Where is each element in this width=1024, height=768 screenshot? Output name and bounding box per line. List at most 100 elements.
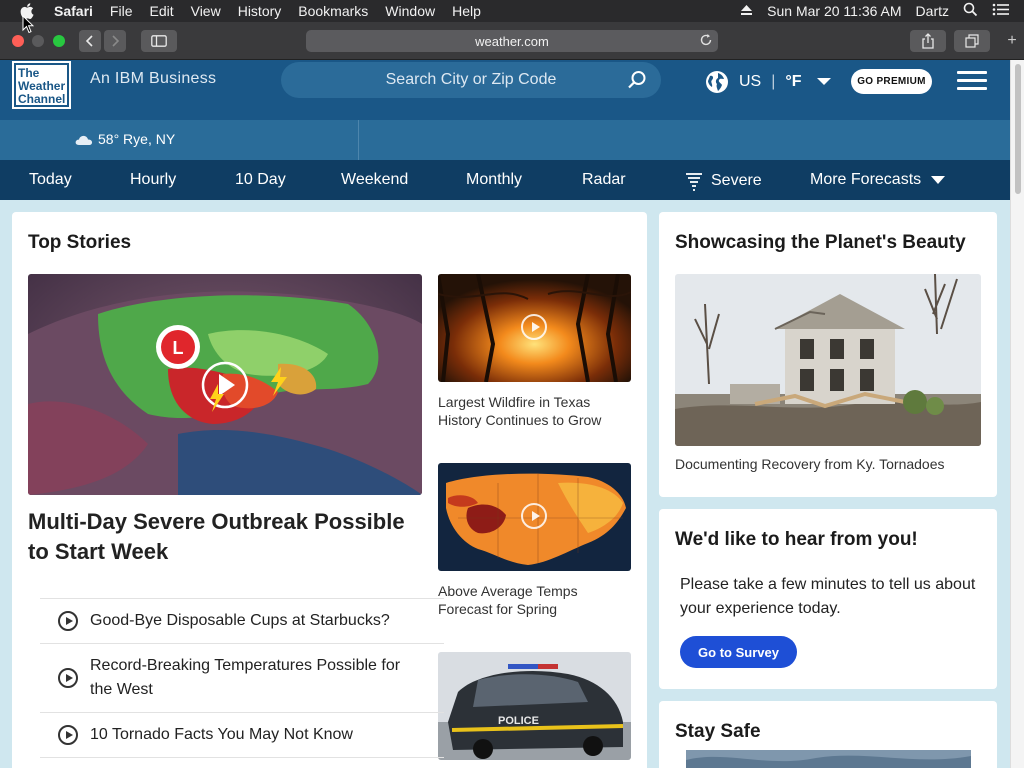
list-item-title: Good-Bye Disposable Cups at Starbucks?: [90, 612, 390, 629]
chevron-down-icon: [930, 175, 946, 185]
ibm-tagline: An IBM Business: [90, 70, 217, 87]
tab-severe-label: Severe: [711, 172, 762, 189]
chevron-right-icon: [112, 35, 120, 47]
forecast-nav: Today Hourly 10 Day Weekend Monthly Rada…: [0, 160, 1010, 200]
svg-text:L: L: [173, 338, 184, 358]
tab-weekend[interactable]: Weekend: [341, 171, 408, 189]
severe-wind-icon: [685, 171, 703, 191]
wildfire-story-image[interactable]: [438, 274, 631, 382]
forward-button[interactable]: [104, 30, 126, 52]
menu-edit[interactable]: Edit: [149, 3, 173, 19]
tab-radar[interactable]: Radar: [582, 171, 626, 189]
hamburger-menu-icon[interactable]: [957, 71, 987, 91]
notification-center-icon[interactable]: [992, 3, 1010, 19]
eject-icon[interactable]: [740, 3, 753, 19]
tab-more-forecasts[interactable]: More Forecasts: [810, 171, 946, 189]
location-strip: 58° Rye, NY: [0, 120, 1010, 160]
tab-more-forecasts-label: More Forecasts: [810, 171, 922, 188]
list-item-title: Record-Breaking Temperatures Possible fo…: [90, 657, 401, 698]
back-button[interactable]: [79, 30, 101, 52]
spotlight-icon[interactable]: [963, 2, 978, 20]
sidebar-icon: [151, 35, 167, 47]
temperature-location: 58° Rye, NY: [98, 131, 176, 147]
play-icon: [58, 725, 78, 745]
chevron-down-icon: [816, 77, 832, 87]
window-zoom-button[interactable]: [53, 35, 65, 47]
search-icon[interactable]: [627, 70, 647, 95]
unit-label: °F: [785, 73, 802, 90]
play-icon: [521, 314, 547, 340]
tornado-recovery-image[interactable]: [675, 274, 981, 446]
weather-channel-logo[interactable]: The Weather Channel: [12, 61, 71, 109]
tab-hourly[interactable]: Hourly: [130, 171, 176, 189]
menu-help[interactable]: Help: [452, 3, 481, 19]
go-to-survey-button[interactable]: Go to Survey: [680, 636, 797, 668]
address-bar[interactable]: weather.com: [306, 30, 718, 52]
survey-title: We'd like to hear from you!: [675, 529, 918, 550]
planet-beauty-card: Showcasing the Planet's Beauty Documenti…: [659, 212, 997, 497]
tabs-icon: [965, 34, 979, 48]
search-input[interactable]: Search City or Zip Code: [281, 62, 661, 98]
menu-app-safari[interactable]: Safari: [54, 3, 93, 19]
globe-icon: [705, 70, 729, 94]
sidebar-toggle-button[interactable]: [141, 30, 177, 52]
share-button[interactable]: [910, 30, 946, 52]
page-scrollbar[interactable]: [1010, 60, 1024, 768]
svg-text:POLICE: POLICE: [498, 715, 539, 727]
list-item[interactable]: 10 Tornado Facts You May Not Know: [40, 712, 444, 758]
list-item[interactable]: Record-Breaking Temperatures Possible fo…: [40, 643, 444, 712]
crash-story-image[interactable]: POLICE: [438, 652, 631, 760]
survey-body: Please take a few minutes to tell us abo…: [680, 576, 976, 617]
play-icon: [58, 611, 78, 631]
stay-safe-card: Stay Safe: [659, 701, 997, 768]
menu-file[interactable]: File: [110, 3, 133, 19]
go-premium-button[interactable]: GO PREMIUM: [851, 69, 932, 94]
chevron-left-icon: [85, 35, 93, 47]
new-tab-button[interactable]: +: [1002, 30, 1022, 52]
tab-10-day[interactable]: 10 Day: [235, 171, 286, 189]
menu-window[interactable]: Window: [385, 3, 435, 19]
reload-icon[interactable]: [699, 33, 713, 50]
region-label: US: [739, 73, 762, 90]
mouse-cursor-icon: [22, 14, 35, 39]
share-icon: [922, 33, 934, 49]
scrollbar-thumb[interactable]: [1015, 64, 1021, 194]
browser-toolbar: weather.com +: [0, 22, 1024, 60]
survey-card: We'd like to hear from you! Please take …: [659, 509, 997, 689]
tornado-recovery-caption[interactable]: Documenting Recovery from Ky. Tornadoes: [675, 455, 981, 473]
list-item-title: 10 Tornado Facts You May Not Know: [90, 726, 353, 743]
menubar-clock[interactable]: Sun Mar 20 11:36 AM: [767, 3, 901, 19]
stay-safe-title: Stay Safe: [675, 721, 761, 742]
tab-today[interactable]: Today: [29, 171, 72, 189]
menu-history[interactable]: History: [238, 3, 282, 19]
top-stories-title: Top Stories: [28, 232, 132, 253]
spring-temps-story-image[interactable]: [438, 463, 631, 571]
tab-severe[interactable]: Severe: [685, 171, 762, 191]
search-placeholder: Search City or Zip Code: [385, 71, 557, 88]
top-stories-card: Top Stories L Multi-Day Severe Outbreak …: [12, 212, 647, 768]
menu-view[interactable]: View: [191, 3, 221, 19]
stay-safe-image[interactable]: [686, 750, 971, 768]
list-item[interactable]: Good-Bye Disposable Cups at Starbucks?: [40, 598, 444, 643]
logo-line: Channel: [18, 92, 66, 106]
lead-story-image[interactable]: L: [28, 274, 422, 495]
menubar-user[interactable]: Dartz: [916, 3, 949, 19]
locale-selector[interactable]: US | °F: [705, 69, 832, 95]
play-icon: [58, 668, 78, 688]
site-header: The Weather Channel An IBM Business Sear…: [0, 60, 1010, 120]
planet-beauty-title: Showcasing the Planet's Beauty: [675, 232, 966, 253]
web-page: The Weather Channel An IBM Business Sear…: [0, 60, 1010, 768]
tab-monthly[interactable]: Monthly: [466, 171, 522, 189]
wildfire-story-caption[interactable]: Largest Wildfire in Texas History Contin…: [438, 393, 631, 429]
locale-separator: |: [771, 73, 776, 90]
spring-temps-story-caption[interactable]: Above Average Temps Forecast for Spring: [438, 582, 631, 618]
tabs-overview-button[interactable]: [954, 30, 990, 52]
address-bar-url: weather.com: [475, 33, 549, 49]
menu-bookmarks[interactable]: Bookmarks: [298, 3, 368, 19]
menu-bar: Safari File Edit View History Bookmarks …: [0, 0, 1024, 22]
play-icon: [521, 503, 547, 529]
cloud-icon: [75, 134, 93, 145]
strip-divider: [358, 120, 359, 160]
lead-story-headline[interactable]: Multi-Day Severe Outbreak Possible to St…: [28, 507, 422, 567]
current-conditions-link[interactable]: 58° Rye, NY: [75, 131, 175, 147]
